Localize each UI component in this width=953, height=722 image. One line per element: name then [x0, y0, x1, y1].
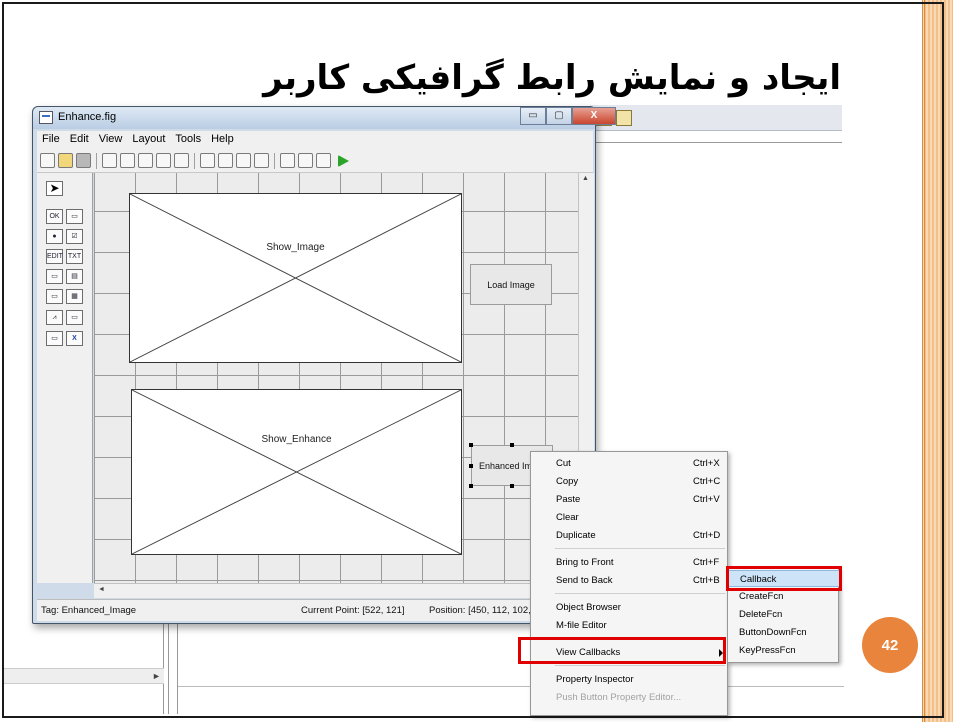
status-position: Position: [450, 112, 102,: [429, 605, 531, 616]
push-button-tool-icon[interactable]: OK: [46, 209, 63, 224]
menu-editor-icon[interactable]: [218, 153, 233, 168]
radio-button-tool-icon[interactable]: ●: [46, 229, 63, 244]
status-tag: Tag: Enhanced_Image: [41, 605, 137, 616]
slider-tool-icon[interactable]: ▭: [66, 209, 83, 224]
button-group-tool-icon[interactable]: ▭: [46, 331, 63, 346]
open-folder-icon[interactable]: [58, 153, 73, 168]
submenu-item-buttondownfcn[interactable]: ButtonDownFcn: [728, 624, 840, 641]
menu-item-clear[interactable]: Clear: [531, 509, 729, 526]
selection-handle[interactable]: [510, 484, 514, 488]
menu-separator: [555, 665, 725, 666]
listbox-tool-icon[interactable]: ▤: [66, 269, 83, 284]
toolbar-editor-icon[interactable]: [254, 153, 269, 168]
menu-file[interactable]: File: [37, 131, 65, 149]
checkbox-tool-icon[interactable]: ☑: [66, 229, 83, 244]
menu-bar: File Edit View Layout Tools Help: [37, 131, 593, 149]
object-browser-icon[interactable]: [316, 153, 331, 168]
layout-grid-canvas[interactable]: Show_Image Show_Enhance Load Image Enhan…: [94, 173, 578, 583]
background-divider-bottom: [178, 686, 844, 687]
popup-menu-tool-icon[interactable]: ▭: [46, 269, 63, 284]
selection-handle[interactable]: [469, 464, 473, 468]
new-file-icon[interactable]: [40, 153, 55, 168]
cut-icon[interactable]: [102, 153, 117, 168]
axes-cross-icon: [130, 194, 461, 362]
component-palette: ➤ OK ▭ ● ☑ EDIT TXT ▭ ▤ ▭ ▦ ⩘ ▭ ▭ X: [37, 173, 93, 583]
menu-help[interactable]: Help: [206, 131, 239, 149]
background-divider: [590, 142, 842, 143]
tab-order-editor-icon[interactable]: [236, 153, 251, 168]
axes-show-enhance[interactable]: Show_Enhance: [131, 389, 462, 555]
redo-icon[interactable]: [174, 153, 189, 168]
activex-tool-icon[interactable]: X: [66, 331, 83, 346]
figure-icon: [39, 111, 53, 124]
toolbar-separator: [96, 153, 97, 169]
status-current-point: Current Point: [522, 121]: [301, 605, 405, 616]
selection-handle[interactable]: [469, 484, 473, 488]
panel-tool-icon[interactable]: ▭: [66, 310, 83, 325]
horizontal-scrollbar[interactable]: [94, 583, 578, 598]
menu-item-send-to-back[interactable]: Send to Back Ctrl+B: [531, 572, 729, 589]
menu-item-object-browser[interactable]: Object Browser: [531, 599, 729, 616]
background-left-panel: [4, 620, 164, 714]
paste-icon[interactable]: [138, 153, 153, 168]
submenu-item-keypressfcn[interactable]: KeyPressFcn: [728, 642, 840, 659]
background-middle-panel: [168, 620, 178, 714]
toggle-button-tool-icon[interactable]: ▭: [46, 289, 63, 304]
menu-item-copy[interactable]: Copy Ctrl+C: [531, 473, 729, 490]
slide-title: ایجاد و نمایش رابط گرافیکی کاربر: [263, 58, 841, 98]
menu-item-bring-to-front[interactable]: Bring to Front Ctrl+F: [531, 554, 729, 571]
menu-edit[interactable]: Edit: [65, 131, 94, 149]
table-tool-icon[interactable]: ▦: [66, 289, 83, 304]
selection-handle[interactable]: [469, 443, 473, 447]
context-menu: Cut Ctrl+X Copy Ctrl+C Paste Ctrl+V Clear D…: [530, 451, 728, 716]
menu-item-push-button-property-editor: Push Button Property Editor...: [556, 692, 682, 703]
menu-separator: [555, 548, 725, 549]
window-titlebar[interactable]: Enhance.fig ▭ ▢ X: [33, 107, 616, 129]
toolbar-separator: [194, 153, 195, 169]
menu-layout[interactable]: Layout: [127, 131, 170, 149]
select-arrow-icon[interactable]: ➤: [46, 181, 63, 196]
highlight-view-callbacks: [518, 637, 726, 664]
minimize-button[interactable]: ▭: [520, 107, 546, 125]
toolbar: [37, 149, 593, 173]
align-objects-icon[interactable]: [200, 153, 215, 168]
guide-editor-window: Enhance.fig ▭ ▢ X File Edit View Layout …: [32, 106, 616, 624]
folder-up-icon[interactable]: [616, 110, 632, 126]
load-image-button[interactable]: Load Image: [470, 264, 552, 305]
page-number-badge: 42: [862, 617, 918, 673]
undo-icon[interactable]: [156, 153, 171, 168]
selection-handle[interactable]: [510, 443, 514, 447]
axes-cross-icon: [132, 390, 461, 554]
background-horizontal-scrollbar[interactable]: ►: [4, 668, 164, 684]
static-text-tool-icon[interactable]: TXT: [66, 249, 83, 264]
menu-item-cut[interactable]: Cut Ctrl+X: [531, 455, 729, 472]
menu-item-duplicate[interactable]: Duplicate Ctrl+D: [531, 527, 729, 544]
axes-show-image[interactable]: Show_Image: [129, 193, 462, 363]
background-toolbar: [590, 105, 842, 131]
copy-icon[interactable]: [120, 153, 135, 168]
save-icon[interactable]: [76, 153, 91, 168]
edit-text-tool-icon[interactable]: EDIT: [46, 249, 63, 264]
run-figure-icon[interactable]: [338, 155, 349, 167]
maximize-button[interactable]: ▢: [546, 107, 572, 125]
window-controls: ▭ ▢ X: [520, 107, 616, 126]
highlight-callback: [726, 566, 842, 591]
property-inspector-icon[interactable]: [298, 153, 313, 168]
menu-item-m-file-editor[interactable]: M-file Editor: [531, 617, 729, 634]
menu-item-property-inspector[interactable]: Property Inspector: [531, 671, 729, 688]
axes-tag-label: Show_Image: [266, 242, 325, 253]
menu-item-paste[interactable]: Paste Ctrl+V: [531, 491, 729, 508]
status-bar: Tag: Enhanced_Image Current Point: [522,…: [37, 599, 595, 621]
menu-view[interactable]: View: [94, 131, 128, 149]
toolbar-separator: [274, 153, 275, 169]
close-button[interactable]: X: [572, 107, 616, 125]
axes-tag-label: Show_Enhance: [261, 434, 332, 445]
menu-tools[interactable]: Tools: [170, 131, 206, 149]
window-title: Enhance.fig: [58, 111, 117, 123]
axes-tool-icon[interactable]: ⩘: [46, 310, 63, 325]
menu-separator: [555, 593, 725, 594]
submenu-item-deletefcn[interactable]: DeleteFcn: [728, 606, 840, 623]
m-file-editor-icon[interactable]: [280, 153, 295, 168]
